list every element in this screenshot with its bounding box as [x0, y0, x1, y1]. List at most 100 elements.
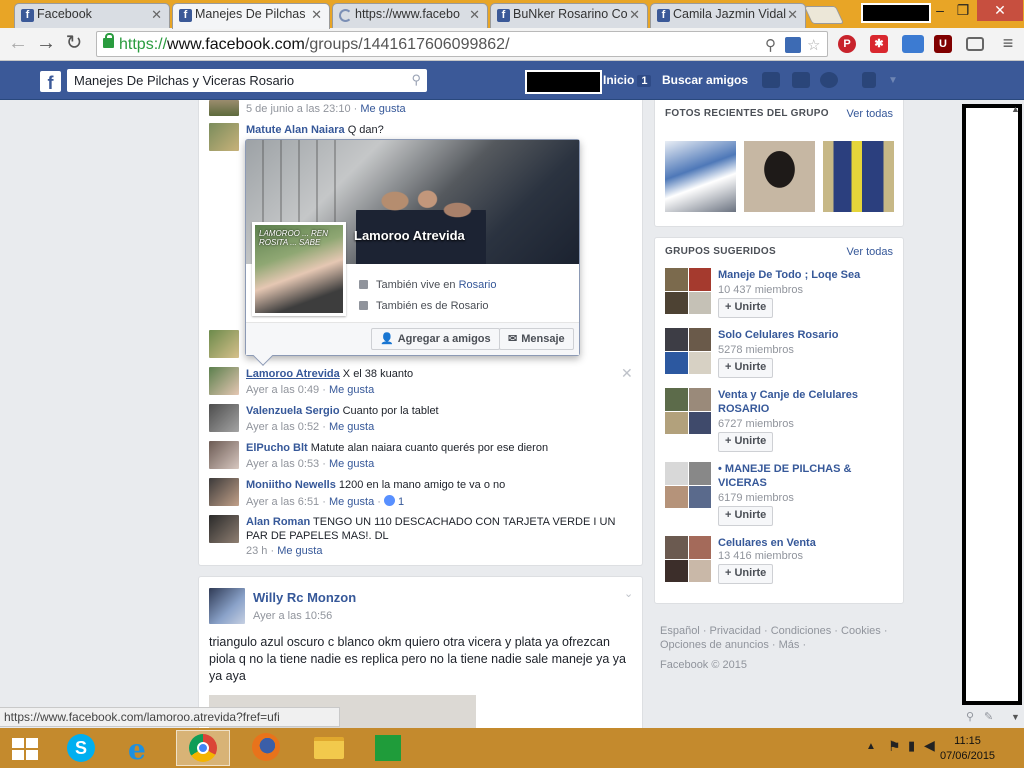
close-tab-icon[interactable]: ✕	[151, 7, 162, 23]
menu-icon[interactable]: ≡	[996, 32, 1020, 56]
comment-author[interactable]: Moniitho Newells	[246, 479, 336, 491]
action-center-flag-icon[interactable]: ⚑	[888, 738, 901, 755]
show-hidden-icons-icon[interactable]: ▲	[866, 741, 876, 752]
footer-link[interactable]: Español	[660, 625, 700, 637]
forward-icon[interactable]: →	[34, 32, 58, 56]
close-tab-icon[interactable]: ✕	[787, 7, 798, 23]
footer-link[interactable]: Cookies	[841, 625, 881, 637]
group-name[interactable]: Venta y Canje de Celulares ROSARIO	[718, 388, 868, 416]
translate-icon[interactable]	[785, 37, 801, 53]
skype-taskbar-icon[interactable]: S	[56, 730, 110, 766]
address-bar[interactable]: https://www.facebook.com/groups/14416176…	[96, 31, 828, 57]
join-group-button[interactable]: + Unirte	[718, 506, 774, 526]
window-close-icon[interactable]: ✕	[977, 0, 1023, 21]
avatar[interactable]	[209, 588, 245, 624]
join-group-button[interactable]: + Unirte	[718, 358, 774, 378]
add-friend-button[interactable]: 👤 Agregar a amigos	[371, 328, 500, 350]
join-group-button[interactable]: + Unirte	[718, 298, 774, 318]
comment-author[interactable]: Lamoroo Atrevida	[246, 368, 340, 380]
see-all-photos-link[interactable]: Ver todas	[847, 108, 893, 120]
like-link[interactable]: Me gusta	[360, 103, 405, 115]
post-author[interactable]: Willy Rc Monzon	[253, 590, 356, 605]
chat-search-icon[interactable]: ⚲	[966, 710, 974, 723]
message-button[interactable]: ✉ Mensaje	[499, 328, 574, 350]
cast-icon[interactable]	[966, 37, 984, 51]
facebook-logo-icon[interactable]: f	[40, 71, 61, 93]
comment-author[interactable]: ElPucho Blt	[246, 442, 308, 454]
group-name[interactable]: Celulares en Venta	[718, 536, 868, 550]
like-link[interactable]: Me gusta	[329, 384, 374, 396]
group-photo[interactable]	[744, 141, 815, 212]
group-thumbnail[interactable]	[665, 388, 711, 434]
footer-link[interactable]: Condiciones	[771, 625, 832, 637]
tab-bunker[interactable]: f BuNker Rosarino Co ✕	[490, 3, 648, 28]
avatar[interactable]	[209, 478, 239, 506]
group-photo[interactable]	[823, 141, 894, 212]
join-group-button[interactable]: + Unirte	[718, 564, 774, 584]
group-name[interactable]: Maneje De Todo ; Loqe Sea	[718, 268, 868, 282]
group-name[interactable]: Solo Celulares Rosario	[718, 328, 868, 342]
new-tab-button[interactable]	[803, 6, 845, 24]
hide-comment-icon[interactable]: ✕	[621, 365, 633, 382]
find-friends-link[interactable]: Buscar amigos	[662, 73, 748, 87]
like-link[interactable]: Me gusta	[277, 545, 322, 557]
chat-extension-icon[interactable]	[902, 35, 924, 53]
firefox-taskbar-icon[interactable]	[240, 730, 294, 766]
tab-manejes[interactable]: f Manejes De Pilchas ✕	[172, 3, 330, 29]
avatar[interactable]	[209, 404, 239, 432]
tab-facebook[interactable]: f Facebook ✕	[14, 3, 170, 28]
chrome-taskbar-icon[interactable]	[176, 730, 230, 766]
like-count[interactable]: 1	[398, 496, 404, 508]
group-photo[interactable]	[665, 141, 736, 212]
compose-icon[interactable]: ✎	[984, 710, 993, 723]
see-all-groups-link[interactable]: Ver todas	[847, 246, 893, 258]
start-button[interactable]	[0, 730, 54, 766]
friend-requests-icon[interactable]	[762, 72, 780, 88]
tab-camila[interactable]: f Camila Jazmin Vidal ✕	[650, 3, 806, 28]
group-thumbnail[interactable]	[665, 462, 711, 508]
star-icon[interactable]: ☆	[807, 36, 820, 54]
comment-author[interactable]: Alan Roman	[246, 516, 310, 528]
notifications-globe-icon[interactable]	[820, 72, 838, 88]
internet-explorer-taskbar-icon[interactable]: e	[116, 730, 170, 766]
footer-link[interactable]: Opciones de anuncios	[660, 639, 769, 651]
join-group-button[interactable]: + Unirte	[718, 432, 774, 452]
messages-icon[interactable]	[792, 72, 810, 88]
avatar[interactable]	[209, 367, 239, 395]
comment-author[interactable]: Valenzuela Sergio	[246, 405, 340, 417]
like-link[interactable]: Me gusta	[329, 421, 374, 433]
post-time[interactable]: Ayer a las 10:56	[253, 610, 332, 622]
avatar[interactable]	[209, 100, 239, 116]
profile-picture[interactable]: LAMOROO ... REN ROSITA ... SABE	[252, 222, 346, 316]
footer-link[interactable]: Más	[779, 639, 800, 651]
close-tab-icon[interactable]: ✕	[311, 7, 322, 23]
chevron-down-icon[interactable]: ▼	[888, 75, 898, 86]
extension-icon[interactable]: ✱	[870, 35, 888, 53]
like-link[interactable]: Me gusta	[329, 496, 374, 508]
scroll-up-icon[interactable]: ▲	[1011, 104, 1020, 114]
scroll-down-icon[interactable]: ▼	[1011, 712, 1020, 722]
minimize-icon[interactable]: –	[930, 0, 950, 21]
restore-icon[interactable]: ❐	[952, 0, 974, 21]
search-input[interactable]: Manejes De Pilchas y Viceras Rosario ⚲	[67, 69, 427, 92]
footer-link[interactable]: Privacidad	[710, 625, 761, 637]
network-icon[interactable]: ▮	[908, 738, 915, 754]
store-taskbar-icon[interactable]	[362, 730, 416, 766]
avatar[interactable]	[209, 330, 239, 358]
like-link[interactable]: Me gusta	[329, 458, 374, 470]
file-explorer-taskbar-icon[interactable]	[302, 730, 356, 766]
group-thumbnail[interactable]	[665, 328, 711, 374]
city-link[interactable]: Rosario	[459, 279, 497, 291]
privacy-shortcuts-icon[interactable]	[862, 72, 876, 88]
avatar[interactable]	[209, 123, 239, 151]
volume-icon[interactable]: ◀	[924, 737, 935, 754]
close-tab-icon[interactable]: ✕	[469, 7, 480, 23]
group-thumbnail[interactable]	[665, 536, 711, 582]
search-icon[interactable]: ⚲	[411, 72, 421, 88]
profile-name[interactable]: Lamoroo Atrevida	[354, 228, 465, 243]
close-tab-icon[interactable]: ✕	[629, 7, 640, 23]
group-name[interactable]: • MANEJE DE PILCHAS & VICERAS	[718, 462, 868, 490]
pinterest-icon[interactable]: P	[838, 35, 856, 53]
group-thumbnail[interactable]	[665, 268, 711, 314]
reload-icon[interactable]: ↻	[62, 32, 86, 56]
